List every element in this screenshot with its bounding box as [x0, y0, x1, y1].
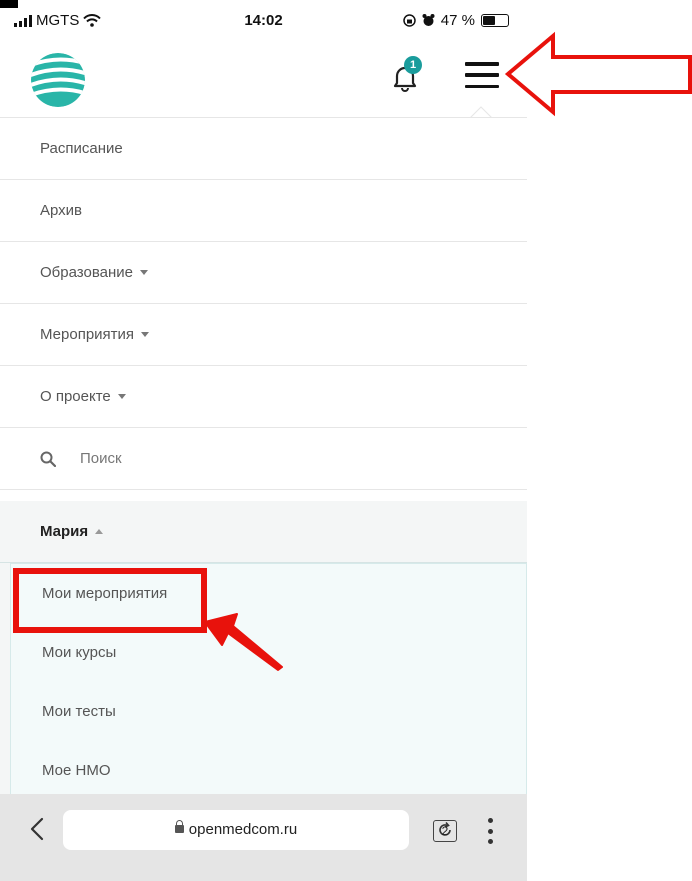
nav-menu: Расписание Архив Образование Мероприятия… [0, 117, 527, 490]
status-bar: MGTS 14:02 47 % [0, 0, 527, 40]
back-arrow-icon[interactable] [28, 816, 46, 842]
submenu-item-label: Мое НМО [42, 762, 111, 779]
address-bar[interactable]: openmedcom.ru [63, 810, 451, 850]
search-field[interactable]: Поиск [0, 428, 527, 490]
site-header: 1 [0, 40, 527, 115]
menu-item-label: Мероприятия [40, 326, 135, 343]
caret-down-icon [139, 270, 148, 275]
menu-item-label: Образование [40, 264, 133, 281]
notification-badge: 1 [404, 56, 422, 74]
battery-percent: 47 % [440, 12, 475, 29]
submenu-item-my-courses[interactable]: Мои курсы [11, 623, 526, 682]
hamburger-menu-button[interactable] [465, 62, 499, 88]
menu-item-about[interactable]: О проекте [0, 366, 527, 428]
user-menu-section: Мария Мои мероприятия Мои курсы Мои тест… [0, 501, 527, 794]
submenu-item-label: Мои тесты [42, 703, 116, 720]
more-options-icon[interactable] [486, 818, 494, 844]
caret-up-icon [95, 529, 104, 534]
alarm-icon [422, 14, 435, 26]
menu-item-education[interactable]: Образование [0, 242, 527, 304]
url-display: openmedcom.ru [63, 820, 409, 838]
battery-icon [481, 14, 509, 27]
user-submenu: Мои мероприятия Мои курсы Мои тесты Мое … [10, 563, 527, 794]
menu-item-events[interactable]: Мероприятия [0, 304, 527, 366]
user-menu-toggle[interactable]: Мария [0, 501, 527, 563]
phone-screen: MGTS 14:02 47 % 1 Расписание Архив Образ… [0, 0, 527, 881]
tabs-button[interactable]: 2 [433, 820, 457, 842]
menu-item-label: Архив [40, 202, 83, 219]
menu-item-label: О проекте [40, 388, 111, 405]
status-right: 47 % [403, 12, 509, 29]
menu-item-archive[interactable]: Архив [0, 180, 527, 242]
submenu-item-my-events[interactable]: Мои мероприятия [11, 564, 526, 623]
user-name: Мария [40, 523, 89, 540]
caret-down-icon [141, 332, 150, 337]
submenu-item-label: Мои мероприятия [42, 585, 168, 602]
browser-toolbar: openmedcom.ru 2 [0, 794, 527, 881]
url-text: openmedcom.ru [188, 821, 298, 838]
submenu-item-label: Мои курсы [42, 644, 117, 661]
notifications-button[interactable]: 1 [392, 56, 422, 92]
submenu-item-my-nmo[interactable]: Мое НМО [11, 741, 526, 800]
annotation-arrow-menu [504, 31, 692, 117]
site-logo[interactable] [30, 52, 86, 108]
caret-down-icon [117, 394, 126, 399]
search-placeholder: Поиск [80, 450, 122, 467]
search-icon [40, 451, 56, 467]
submenu-item-my-tests[interactable]: Мои тесты [11, 682, 526, 741]
lock-icon [174, 820, 184, 834]
menu-item-schedule[interactable]: Расписание [0, 118, 527, 180]
menu-item-label: Расписание [40, 140, 123, 157]
orientation-lock-icon [403, 14, 416, 27]
